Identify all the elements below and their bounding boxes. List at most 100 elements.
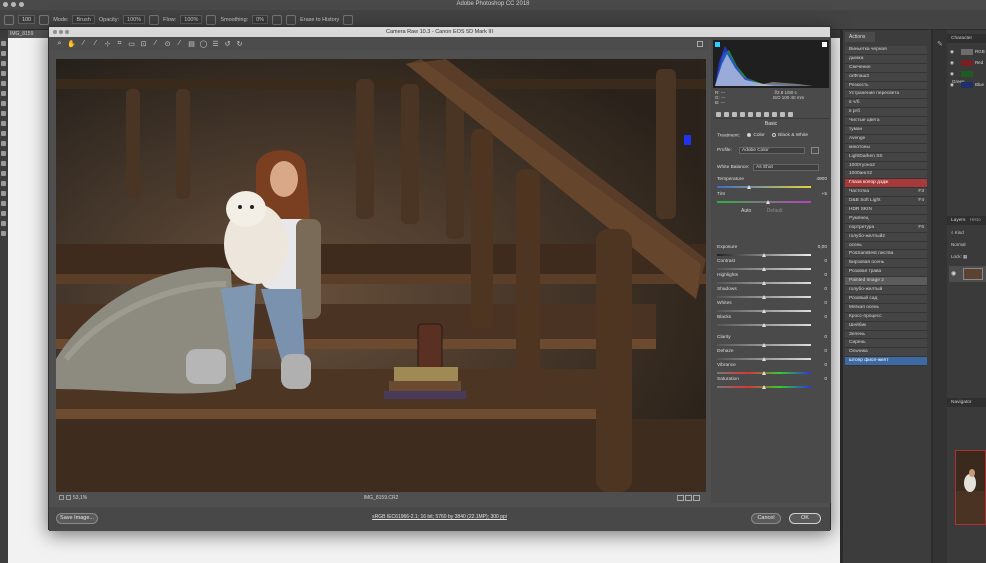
treatment-bw-radio[interactable]: Black & White bbox=[772, 133, 808, 138]
gradient-tool-icon[interactable] bbox=[1, 151, 6, 156]
transform-icon[interactable]: ⊡ bbox=[139, 40, 148, 48]
airbrush-icon[interactable] bbox=[206, 14, 217, 25]
action-item[interactable]: в ргб bbox=[845, 108, 927, 118]
shadows-slider[interactable] bbox=[717, 295, 811, 299]
action-item[interactable]: в ч/б bbox=[845, 99, 927, 109]
saturation-slider-thumb[interactable] bbox=[762, 385, 766, 389]
tint-slider[interactable] bbox=[717, 200, 811, 204]
dehaze-slider[interactable] bbox=[717, 357, 811, 361]
action-item[interactable]: штопр фиол-желт bbox=[845, 357, 927, 367]
action-item[interactable]: Painted Image 2 bbox=[845, 277, 927, 287]
erase-to-history-checkbox[interactable] bbox=[286, 14, 297, 25]
brush-settings-icon[interactable] bbox=[39, 14, 50, 25]
white-balance-icon[interactable]: ⁄ bbox=[79, 40, 88, 47]
dehaze-slider-thumb[interactable] bbox=[762, 357, 766, 361]
action-item[interactable]: Румянец bbox=[845, 214, 927, 224]
action-item[interactable]: HDR SKIN bbox=[845, 206, 927, 215]
split-toning-tab-icon[interactable] bbox=[748, 111, 753, 117]
profile-browser-icon[interactable] bbox=[811, 147, 819, 154]
contrast-value[interactable]: 0 bbox=[824, 259, 827, 265]
action-item[interactable]: 1000туоно2 bbox=[845, 161, 927, 171]
red-eye-icon[interactable]: ⊙ bbox=[163, 40, 172, 48]
highlight-clipping-warning-icon[interactable] bbox=[822, 42, 827, 47]
dialog-minimize-icon[interactable] bbox=[59, 30, 63, 34]
path-select-tool-icon[interactable] bbox=[1, 201, 6, 206]
contrast-slider[interactable] bbox=[717, 267, 811, 271]
highlights-slider-thumb[interactable] bbox=[762, 281, 766, 285]
fx-tab-icon[interactable] bbox=[764, 111, 769, 117]
action-item[interactable]: скФлаш3 bbox=[845, 72, 927, 82]
action-item[interactable]: Шейбик bbox=[845, 321, 927, 331]
adjustment-brush-icon[interactable]: ⁄ bbox=[175, 40, 184, 47]
channel-row[interactable]: ◉ RGB bbox=[950, 48, 986, 56]
action-item[interactable]: LightDarken SS bbox=[845, 152, 927, 162]
brush-size-field[interactable]: 100 bbox=[18, 15, 36, 24]
lock-icon[interactable]: ▦ bbox=[963, 254, 967, 259]
blend-mode-select[interactable]: Normal bbox=[951, 242, 966, 247]
blacks-slider-thumb[interactable] bbox=[762, 323, 766, 327]
white-balance-select[interactable]: As Shot bbox=[753, 164, 819, 171]
targeted-adjust-icon[interactable]: ⊹ bbox=[103, 40, 112, 48]
pressure-opacity-icon[interactable] bbox=[149, 14, 160, 25]
before-after-icon[interactable] bbox=[685, 495, 692, 501]
layer-row[interactable]: ◉ bbox=[949, 266, 986, 282]
histogram-tab[interactable]: Histo bbox=[970, 218, 981, 223]
quick-select-tool-icon[interactable] bbox=[1, 71, 6, 76]
highlights-slider[interactable] bbox=[717, 281, 811, 285]
healing-tool-icon[interactable] bbox=[1, 101, 6, 106]
shadow-clipping-warning-icon[interactable] bbox=[715, 42, 720, 47]
channel-eye-icon[interactable]: ◉ bbox=[950, 82, 954, 87]
channel-eye-icon[interactable]: ◉ bbox=[950, 60, 954, 65]
contrast-slider-thumb[interactable] bbox=[762, 267, 766, 271]
hsl-tab-icon[interactable] bbox=[740, 111, 745, 117]
action-item[interactable]: Мягкая осень bbox=[845, 303, 927, 313]
swap-settings-icon[interactable] bbox=[693, 495, 700, 501]
ok-button[interactable]: OK bbox=[789, 513, 821, 524]
action-item[interactable]: Чистые цвета bbox=[845, 117, 927, 127]
vibrance-slider[interactable] bbox=[717, 371, 811, 375]
shadows-slider-thumb[interactable] bbox=[762, 295, 766, 299]
saturation-slider[interactable] bbox=[717, 385, 811, 389]
exposure-slider-thumb[interactable] bbox=[762, 253, 766, 257]
crop-icon[interactable]: ⌗ bbox=[115, 40, 124, 48]
clarity-slider-thumb[interactable] bbox=[762, 343, 766, 347]
spot-removal-icon[interactable]: ⁄ bbox=[151, 40, 160, 47]
smoothing-gear-icon[interactable] bbox=[272, 14, 283, 25]
rotate-left-icon[interactable]: ↺ bbox=[223, 40, 232, 48]
action-item[interactable]: Бирзовая осень bbox=[845, 259, 927, 269]
clarity-value[interactable]: 0 bbox=[824, 335, 827, 341]
blacks-value[interactable]: 0 bbox=[824, 315, 827, 321]
action-item[interactable]: голубо-желтый bbox=[845, 286, 927, 295]
channel-eye-icon[interactable]: ◉ bbox=[950, 71, 954, 76]
action-item[interactable]: Сирень bbox=[845, 339, 927, 349]
document-tab[interactable]: IMG_8159 bbox=[8, 30, 50, 38]
action-item[interactable]: Устранение пересвета bbox=[845, 90, 927, 100]
auto-button[interactable]: Auto bbox=[741, 208, 751, 214]
move-tool-icon[interactable] bbox=[1, 41, 6, 46]
layers-tab[interactable]: Layers bbox=[951, 218, 965, 223]
presets-tab-icon[interactable] bbox=[780, 111, 785, 117]
tone-curve-tab-icon[interactable] bbox=[724, 111, 729, 117]
dialog-zoom-icon[interactable] bbox=[65, 30, 69, 34]
y-view-icon[interactable] bbox=[677, 495, 684, 501]
brush-panel-icon[interactable]: ✎ bbox=[937, 40, 943, 48]
actions-tab[interactable]: Actions bbox=[845, 32, 875, 42]
exposure-slider[interactable] bbox=[717, 253, 811, 257]
navigator-preview[interactable] bbox=[955, 450, 986, 525]
mode-select[interactable]: Brush bbox=[72, 15, 95, 24]
snapshots-tab-icon[interactable] bbox=[788, 111, 793, 117]
treatment-color-radio[interactable]: Color bbox=[747, 133, 765, 138]
highlights-value[interactable]: 0 bbox=[824, 273, 827, 279]
action-item[interactable]: PosSamBest листва bbox=[845, 250, 927, 260]
action-item[interactable]: Зелень bbox=[845, 330, 927, 340]
temperature-value[interactable]: 4900 bbox=[816, 177, 827, 183]
preview-image[interactable] bbox=[56, 59, 706, 492]
marquee-tool-icon[interactable] bbox=[1, 51, 6, 56]
action-item[interactable]: Свечение bbox=[845, 63, 927, 73]
hand-icon[interactable]: ✋ bbox=[67, 40, 76, 48]
action-item[interactable]: Частотка F3 bbox=[845, 188, 927, 198]
channel-row[interactable]: ◉ Red bbox=[950, 59, 986, 67]
tint-value[interactable]: +5 bbox=[822, 192, 827, 198]
color-sampler-icon[interactable]: ⁄ bbox=[91, 40, 100, 47]
dehaze-value[interactable]: 0 bbox=[824, 349, 827, 355]
